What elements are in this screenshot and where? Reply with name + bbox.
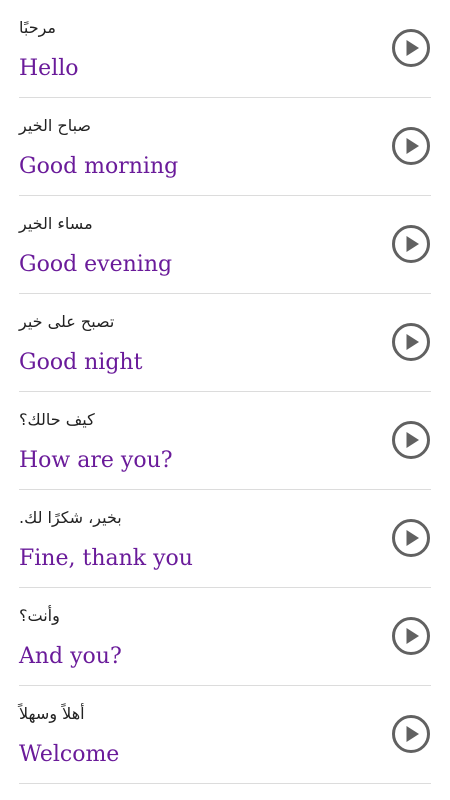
phrase-row-good-morning[interactable]: صباح الخير Good morning <box>19 98 431 196</box>
play-circle-icon <box>392 323 430 361</box>
english-phrase: Good morning <box>19 154 179 179</box>
english-phrase: Hello <box>19 56 79 81</box>
play-audio-button[interactable] <box>391 28 431 68</box>
play-circle-icon <box>392 127 430 165</box>
phrase-row-hello[interactable]: مرحبًا Hello <box>19 0 431 98</box>
arabic-phrase: كيف حالك؟ <box>19 410 95 429</box>
arabic-phrase: أهلاً وسهلاً <box>19 704 85 723</box>
english-phrase: And you? <box>19 644 122 669</box>
english-phrase: How are you? <box>19 448 173 473</box>
play-circle-icon <box>392 421 430 459</box>
phrase-row-and-you[interactable]: وأنت؟ And you? <box>19 588 431 686</box>
play-audio-button[interactable] <box>391 224 431 264</box>
play-audio-button[interactable] <box>391 714 431 754</box>
play-circle-icon <box>392 715 430 753</box>
play-circle-icon <box>392 29 430 67</box>
play-audio-button[interactable] <box>391 322 431 362</box>
play-audio-button[interactable] <box>391 420 431 460</box>
play-audio-button[interactable] <box>391 126 431 166</box>
arabic-phrase: تصبح على خير <box>19 312 115 331</box>
arabic-phrase: مساء الخير <box>19 214 93 233</box>
play-circle-icon <box>392 225 430 263</box>
english-phrase: Fine, thank you <box>19 546 193 571</box>
english-phrase: Welcome <box>19 742 120 767</box>
english-phrase: Good evening <box>19 252 173 277</box>
arabic-phrase: مرحبًا <box>19 18 56 37</box>
phrase-row-how-are-you[interactable]: كيف حالك؟ How are you? <box>19 392 431 490</box>
play-audio-button[interactable] <box>391 616 431 656</box>
phrase-row-good-night[interactable]: تصبح على خير Good night <box>19 294 431 392</box>
phrase-row-welcome[interactable]: أهلاً وسهلاً Welcome <box>19 686 431 784</box>
play-circle-icon <box>392 617 430 655</box>
arabic-phrase: بخير، شكرًا لك. <box>19 508 122 527</box>
arabic-phrase: صباح الخير <box>19 116 92 135</box>
play-circle-icon <box>392 519 430 557</box>
phrase-row-fine-thank-you[interactable]: بخير، شكرًا لك. Fine, thank you <box>19 490 431 588</box>
play-audio-button[interactable] <box>391 518 431 558</box>
arabic-phrase: وأنت؟ <box>19 606 60 625</box>
english-phrase: Good night <box>19 350 143 375</box>
phrase-row-good-evening[interactable]: مساء الخير Good evening <box>19 196 431 294</box>
phrase-list: مرحبًا Hello صباح الخير Good morning مسا… <box>0 0 450 784</box>
